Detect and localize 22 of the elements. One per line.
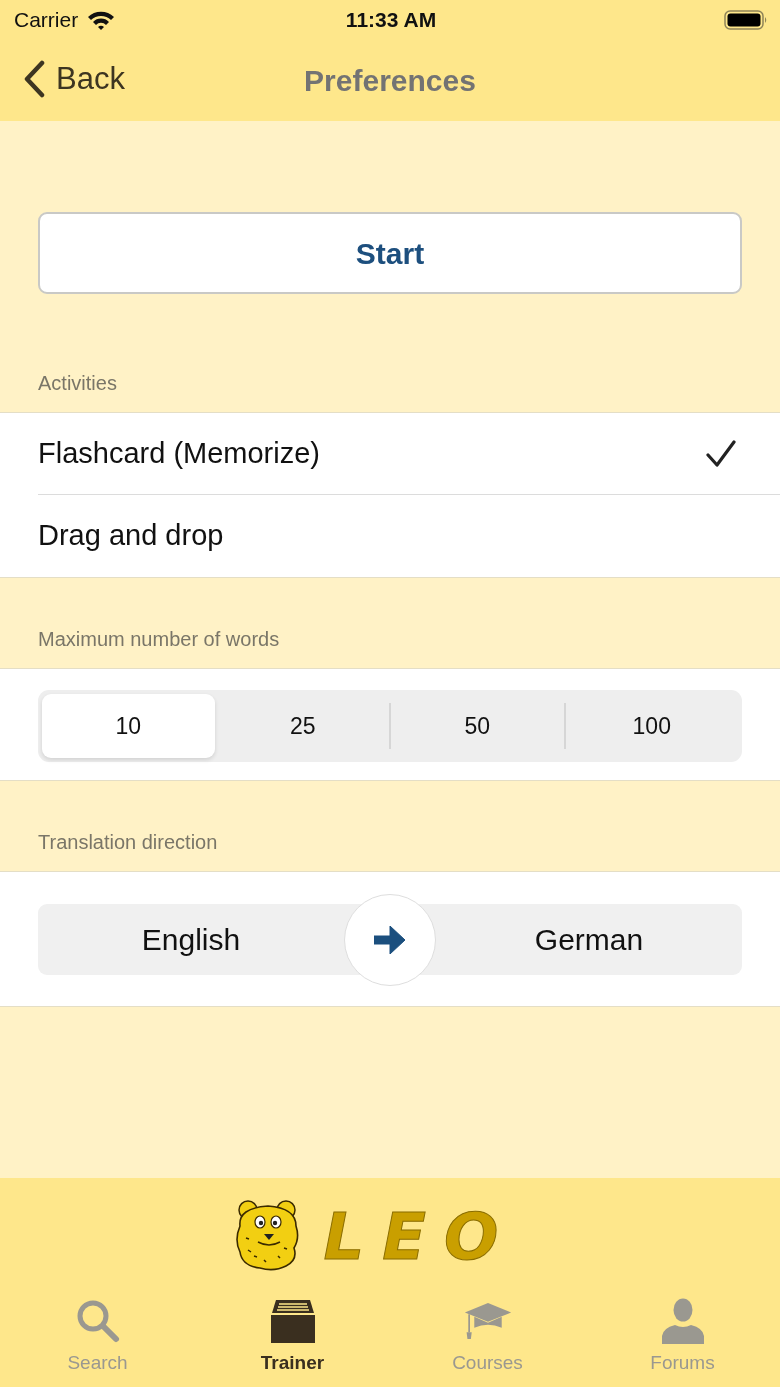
wifi-icon: [86, 9, 117, 31]
back-button[interactable]: Back: [0, 56, 131, 102]
drawer-icon: [268, 1298, 317, 1344]
tab-item[interactable]: Trainer: [195, 1290, 390, 1387]
section-header: Translation direction: [38, 830, 218, 854]
start-button[interactable]: Start: [38, 212, 742, 294]
screen-title: Preferences: [304, 62, 476, 99]
checkmark-icon: [706, 439, 736, 468]
segment-option[interactable]: 10: [42, 694, 215, 758]
segment-option[interactable]: 100: [565, 694, 738, 758]
segment-option[interactable]: 50: [391, 694, 564, 758]
battery-icon: [724, 10, 768, 30]
clock-time: 11:33 AM: [345, 8, 437, 32]
carrier-name: Carrier: [14, 8, 79, 32]
logo-text: LEO: [323, 1202, 517, 1272]
section-header: Maximum number of words: [38, 627, 280, 651]
segment-option[interactable]: 25: [216, 694, 389, 758]
arrow-right-icon: [374, 926, 406, 954]
source-language[interactable]: English: [141, 922, 241, 958]
chevron-left-icon: [22, 60, 46, 98]
target-language[interactable]: German: [534, 922, 644, 958]
section-header: Activities: [38, 371, 117, 395]
